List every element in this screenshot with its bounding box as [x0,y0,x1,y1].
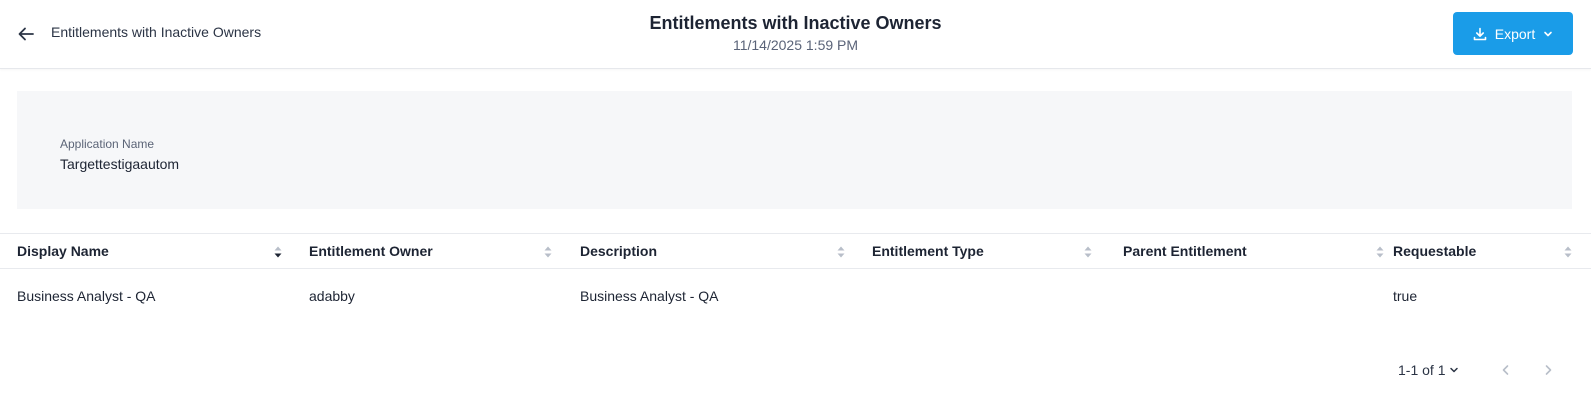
sort-icon [1376,246,1384,258]
chevron-down-icon [1450,367,1459,373]
cell-description: Business Analyst - QA [580,288,719,304]
sort-icon [837,246,845,258]
column-header-description[interactable]: Description [580,234,852,268]
cell-display-name: Business Analyst - QA [17,288,156,304]
back-button[interactable] [14,22,38,46]
column-header-label: Requestable [1393,243,1477,259]
sort-icon [544,246,552,258]
column-header-parent-entitlement[interactable]: Parent Entitlement [1123,234,1385,268]
sort-icon [1084,246,1092,258]
column-header-label: Description [580,243,658,259]
column-header-entitlement-owner[interactable]: Entitlement Owner [309,234,559,268]
chevron-left-icon [1502,365,1509,375]
previous-page-button[interactable] [1498,362,1514,378]
pagination-range-label: 1-1 of 1 [1398,362,1446,378]
column-header-requestable[interactable]: Requestable [1393,234,1583,268]
export-button[interactable]: Export [1453,12,1573,55]
chevron-right-icon [1545,365,1552,375]
report-filter-panel: Application Name Targettestigaautom [17,91,1572,209]
cell-entitlement-owner: adabby [309,288,355,304]
cell-requestable: true [1393,288,1418,304]
application-name-value: Targettestigaautom [60,156,180,172]
application-name-label: Application Name [60,137,155,151]
column-header-entitlement-type[interactable]: Entitlement Type [872,234,1108,268]
next-page-button[interactable] [1540,362,1556,378]
column-header-label: Display Name [17,243,109,259]
column-header-label: Parent Entitlement [1123,243,1247,259]
arrow-left-icon [18,27,34,41]
sort-icon [1564,246,1572,258]
table-header: Display Name Entitlement Owner Descripti… [0,233,1591,269]
chevron-down-icon [1544,31,1553,36]
table-row[interactable]: Business Analyst - QA adabby Business An… [0,269,1591,323]
column-header-label: Entitlement Type [872,243,984,259]
sort-descending-icon [274,246,282,258]
download-icon [1473,27,1487,40]
column-header-label: Entitlement Owner [309,243,433,259]
pagination-range-select[interactable]: 1-1 of 1 [1398,360,1459,380]
column-header-display-name[interactable]: Display Name [17,234,287,268]
breadcrumb[interactable]: Entitlements with Inactive Owners [51,24,261,40]
export-button-label: Export [1494,25,1536,42]
page-header: Entitlements with Inactive Owners Entitl… [0,0,1591,69]
